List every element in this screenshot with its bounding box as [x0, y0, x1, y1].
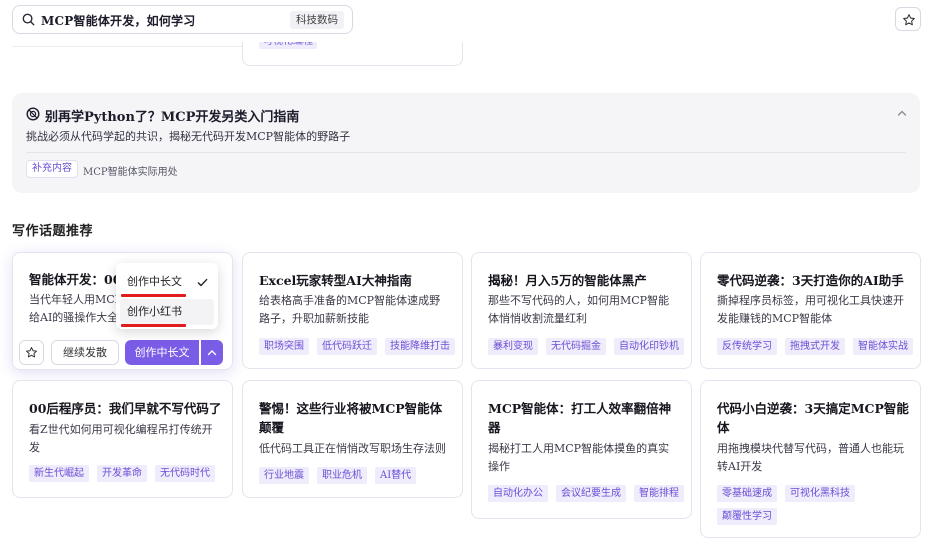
card-tags: 行业地震 职业危机 AI替代 — [259, 467, 455, 484]
topic-tag: 开发革命 — [97, 465, 147, 482]
star-icon — [26, 347, 37, 358]
card-tags: 零基础速成 可视化黑科技 颠覆性学习 — [717, 485, 913, 525]
topic-tag: AI替代 — [375, 467, 417, 484]
card-description: 撕掉程序员标签，用可视化工具快速开发能赚钱的MCP智能体 — [717, 294, 904, 325]
card-title: MCP智能体：打工人效率翻倍神器 — [488, 401, 672, 435]
star-icon — [903, 14, 915, 26]
guide-title: 别再学Python了？MCP开发另类入门指南 — [45, 110, 300, 125]
favorite-button[interactable] — [895, 7, 921, 31]
card-tags: 新生代崛起 开发革命 无代码时代 — [29, 465, 225, 482]
card-description: 看Z世代如何用可视化编程吊打传统开发 — [29, 423, 213, 454]
topic-tag: 新生代崛起 — [29, 465, 89, 482]
favorite-card-button[interactable] — [19, 340, 44, 365]
topic-tag: 颠覆性学习 — [717, 508, 777, 525]
card-title: 警惕！这些行业将被MCP智能体颠覆 — [259, 401, 443, 435]
card-description: 用拖拽模块代替写代码，普通人也能玩转AI开发 — [717, 442, 904, 473]
topic-card[interactable]: 代码小白逆袭：3天搞定MCP智能体 用拖拽模块代替写代码，普通人也能玩转AI开发… — [700, 380, 921, 538]
topic-tag: 智能排程 — [634, 485, 684, 502]
guide-description: 挑战必须从代码学起的共识，揭秘无代码开发MCP智能体的野路子 — [26, 130, 351, 143]
check-icon — [197, 278, 208, 287]
card-tags: 自动化办公 会议纪要生成 智能排程 — [488, 485, 684, 502]
highlight-underline — [121, 294, 186, 297]
topic-tag: 职业危机 — [317, 467, 367, 484]
divider — [26, 152, 906, 153]
menu-item-label: 创作小红书 — [127, 305, 182, 318]
card-title: Excel玩家转型AI大神指南 — [259, 273, 412, 288]
menu-item-label: 创作中长文 — [127, 275, 182, 288]
topic-card[interactable]: 揭秘！月入5万的智能体黑产 那些不写代码的人，如何用MCP智能体悄悄收割流量红利… — [471, 252, 692, 369]
search-icon — [22, 13, 35, 26]
card-description: 低代码工具正在悄悄改写职场生存法则 — [259, 442, 446, 455]
card-title: 00后程序员：我们早就不写代码了 — [29, 401, 222, 416]
divider — [12, 46, 242, 47]
search-query[interactable]: MCP智能体开发，如何学习 — [41, 12, 195, 29]
card-title: 代码小白逆袭：3天搞定MCP智能体 — [717, 401, 909, 435]
top-bar: MCP智能体开发，如何学习 科技数码 — [0, 0, 936, 42]
topic-tag: 暴利变现 — [488, 338, 538, 355]
card-description: 揭秘打工人用MCP智能体摸鱼的真实操作 — [488, 442, 670, 473]
highlight-underline — [121, 324, 186, 327]
menu-item-xiaohongshu[interactable]: 创作小红书 — [120, 299, 214, 325]
topic-tag: 无代码掘金 — [546, 338, 606, 355]
topic-tag: 技能降维打击 — [385, 338, 455, 355]
card-title: 揭秘！月入5万的智能体黑产 — [488, 273, 647, 288]
topic-tag: 行业地震 — [259, 467, 309, 484]
topic-card[interactable]: 00后程序员：我们早就不写代码了 看Z世代如何用可视化编程吊打传统开发 新生代崛… — [12, 380, 233, 498]
topic-tag: 无代码时代 — [155, 465, 215, 482]
topic-tag: 反传统学习 — [717, 338, 777, 355]
topic-tag: 拖拽式开发 — [785, 338, 845, 355]
card-description: 当代年轻人用MCI 给AI的骚操作大全 — [29, 291, 117, 327]
category-tag[interactable]: 科技数码 — [290, 11, 344, 29]
card-description: 给表格高手准备的MCP智能体速成野路子，升职加薪新技能 — [259, 294, 441, 325]
topic-card[interactable]: Excel玩家转型AI大神指南 给表格高手准备的MCP智能体速成野路子，升职加薪… — [242, 252, 463, 369]
topic-tag: 零基础速成 — [717, 485, 777, 502]
topic-tag: 可视化黑科技 — [785, 485, 855, 502]
card-description: 那些不写代码的人，如何用MCP智能体悄悄收割流量红利 — [488, 294, 670, 325]
topic-tag: 自动化办公 — [488, 485, 548, 502]
section-title: 写作话题推荐 — [12, 224, 94, 239]
menu-item-longform[interactable]: 创作中长文 — [120, 269, 214, 295]
search-box[interactable]: MCP智能体开发，如何学习 科技数码 — [12, 5, 353, 34]
chevron-up-icon — [207, 350, 217, 356]
no-entry-icon — [26, 107, 40, 121]
supplement-note: MCP智能体实际用处 — [83, 167, 178, 178]
topic-tag: 自动化印钞机 — [614, 338, 684, 355]
card-tags: 职场突围 低代码跃迁 技能降维打击 — [259, 338, 455, 355]
topic-card[interactable]: 零代码逆袭：3天打造你的AI助手 撕掉程序员标签，用可视化工具快速开发能赚钱的M… — [700, 252, 921, 369]
topic-tag: 会议纪要生成 — [556, 485, 626, 502]
card-description-line: 当代年轻人用MCI — [29, 293, 117, 306]
topic-tag: 智能体实战 — [853, 338, 913, 355]
topic-card[interactable]: 警惕！这些行业将被MCP智能体颠覆 低代码工具正在悄悄改写职场生存法则 行业地震… — [242, 380, 463, 498]
card-tags: 反传统学习 拖拽式开发 智能体实战 — [717, 338, 913, 355]
guide-panel: 别再学Python了？MCP开发另类入门指南 挑战必须从代码学起的共识，揭秘无代… — [12, 93, 920, 193]
card-description-line: 给AI的骚操作大全 — [29, 311, 117, 324]
continue-brainstorm-button[interactable]: 继续发散 — [51, 340, 119, 365]
card-title: 零代码逆袭：3天打造你的AI助手 — [717, 273, 904, 288]
card-tags: 暴利变现 无代码掘金 自动化印钞机 — [488, 338, 684, 355]
topic-tag: 职场突围 — [259, 338, 309, 355]
create-options-toggle[interactable] — [201, 340, 223, 365]
supplement-badge: 补充内容 — [26, 160, 78, 178]
topic-tag: 低代码跃迁 — [317, 338, 377, 355]
create-longform-button[interactable]: 创作中长文 — [125, 340, 199, 365]
chevron-up-icon[interactable] — [896, 107, 908, 119]
topic-card[interactable]: MCP智能体：打工人效率翻倍神器 揭秘打工人用MCP智能体摸鱼的真实操作 自动化… — [471, 380, 692, 519]
card-title: 智能体开发：00 — [29, 272, 117, 287]
